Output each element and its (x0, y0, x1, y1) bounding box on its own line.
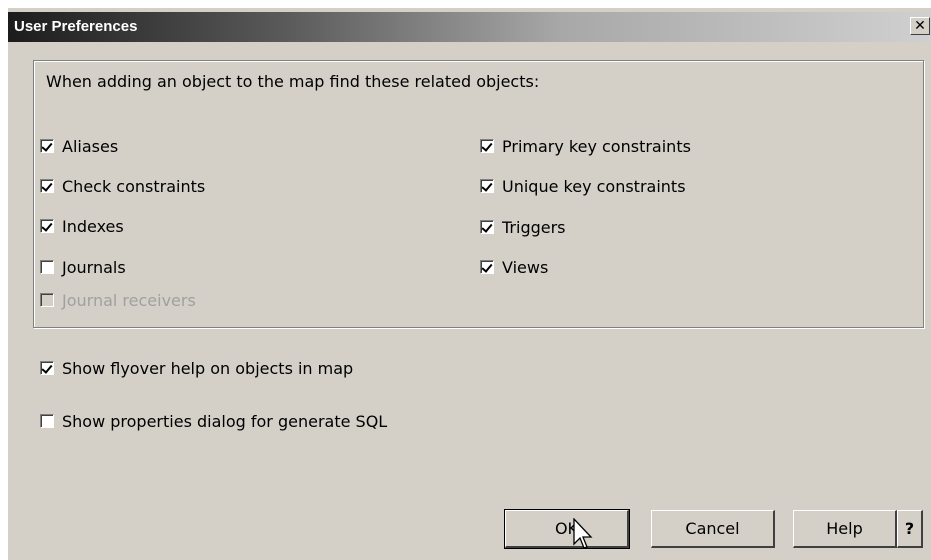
help-button[interactable]: Help (793, 510, 897, 548)
checkbox-label: Indexes (62, 216, 124, 236)
whats-this-button[interactable]: ? (897, 510, 923, 548)
user-preferences-dialog: User Preferences ✕ When adding an object… (7, 7, 931, 560)
checkbox-label: Journal receivers (62, 290, 196, 310)
checkbox-label: Primary key constraints (502, 136, 691, 156)
checkbox-label: Journals (62, 257, 126, 277)
checkbox-label: Aliases (62, 136, 119, 156)
checkbox-unique-key-constraints[interactable]: Unique key constraints (480, 176, 686, 196)
checkbox-indexes[interactable]: Indexes (40, 216, 124, 236)
close-button[interactable]: ✕ (910, 17, 930, 35)
checkbox-check-constraints[interactable]: Check constraints (40, 176, 205, 196)
cancel-label: Cancel (685, 519, 740, 538)
checkbox-icon[interactable] (480, 139, 494, 153)
checkbox-label: Views (502, 257, 549, 277)
checkbox-icon[interactable] (480, 220, 494, 234)
checkbox-icon[interactable] (40, 219, 54, 233)
question-mark-icon: ? (904, 519, 915, 538)
checkbox-icon[interactable] (480, 179, 494, 193)
checkbox-show-flyover-help[interactable]: Show flyover help on objects in map (40, 358, 353, 378)
checkbox-primary-key-constraints[interactable]: Primary key constraints (480, 136, 691, 156)
cancel-button[interactable]: Cancel (651, 510, 775, 548)
checkbox-label: Show properties dialog for generate SQL (62, 411, 388, 431)
checkbox-journals[interactable]: Journals (40, 257, 126, 277)
group-label: When adding an object to the map find th… (46, 72, 540, 91)
checkbox-label: Unique key constraints (502, 176, 686, 196)
title-bar[interactable]: User Preferences ✕ (8, 12, 931, 42)
mouse-pointer-icon (573, 518, 593, 549)
checkbox-show-properties-dialog[interactable]: Show properties dialog for generate SQL (40, 411, 387, 431)
checkbox-aliases[interactable]: Aliases (40, 136, 118, 156)
close-icon: ✕ (914, 18, 926, 34)
checkbox-icon[interactable] (40, 361, 54, 375)
checkbox-icon[interactable] (480, 260, 494, 274)
checkbox-icon[interactable] (40, 260, 54, 274)
dialog-title: User Preferences (14, 18, 138, 35)
checkbox-journal-receivers: Journal receivers (40, 290, 196, 310)
checkbox-views[interactable]: Views (480, 257, 548, 277)
checkbox-icon[interactable] (40, 414, 54, 428)
ok-button[interactable]: OK (504, 509, 630, 549)
checkbox-icon[interactable] (40, 139, 54, 153)
checkbox-label: Triggers (502, 217, 566, 237)
checkbox-icon (40, 293, 54, 307)
help-label: Help (826, 519, 863, 538)
checkbox-label: Show flyover help on objects in map (62, 358, 354, 378)
checkbox-icon[interactable] (40, 179, 54, 193)
checkbox-label: Check constraints (62, 176, 206, 196)
checkbox-triggers[interactable]: Triggers (480, 217, 566, 237)
